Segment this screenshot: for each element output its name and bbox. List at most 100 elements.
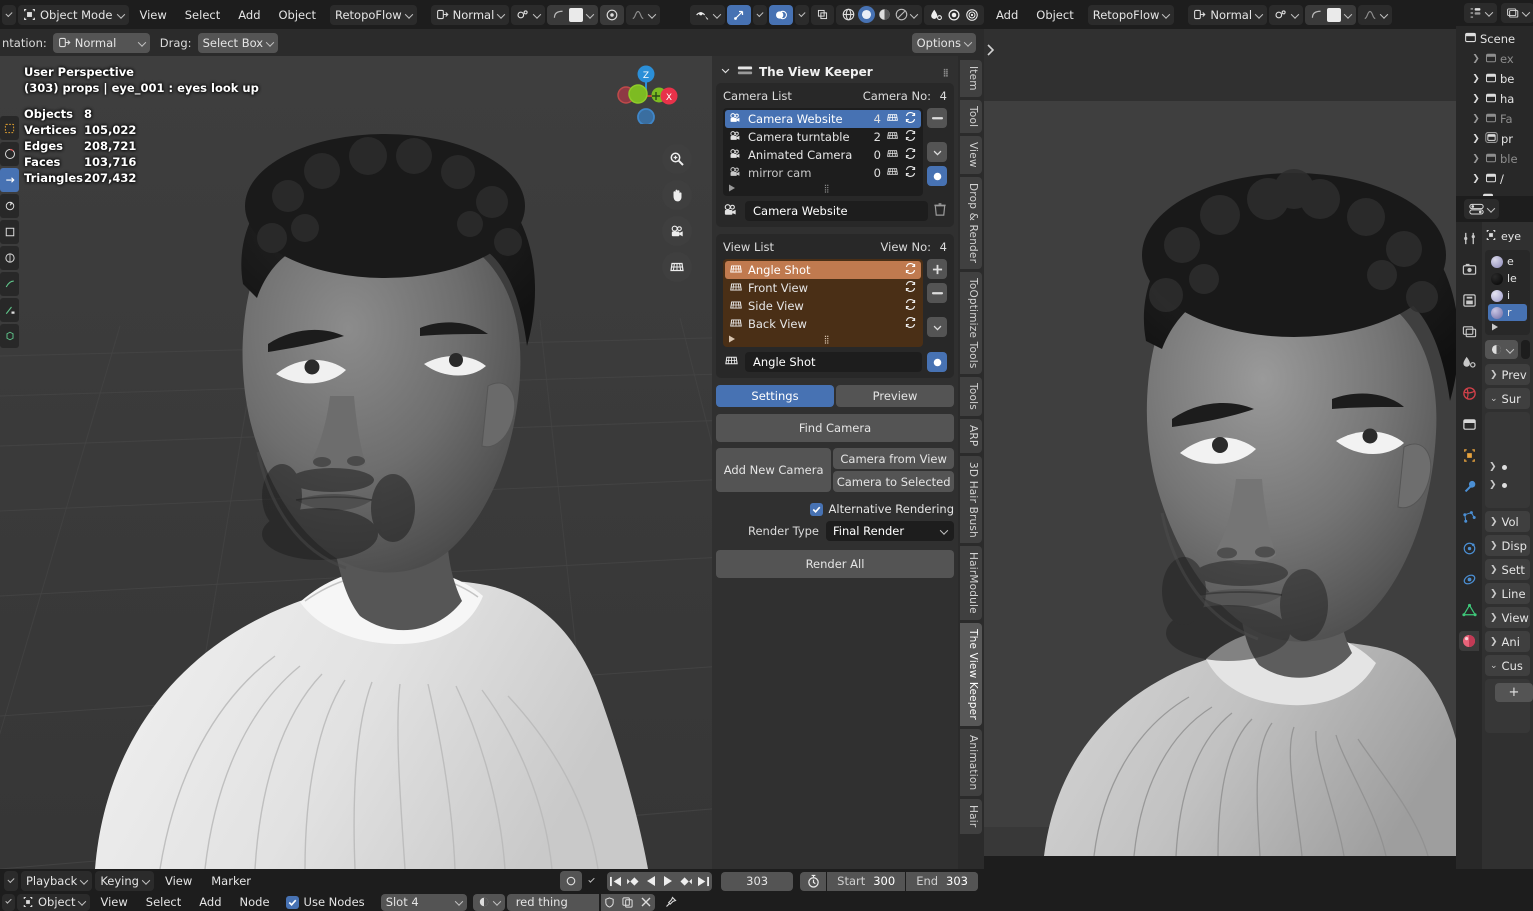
material-icon[interactable] — [1459, 631, 1479, 651]
close-icon[interactable] — [636, 893, 655, 911]
grid-icon[interactable] — [886, 147, 899, 163]
wireframe-shading-icon[interactable] — [841, 7, 856, 22]
tab-settings[interactable]: Settings — [716, 385, 834, 407]
alternative-rendering-checkbox[interactable] — [809, 502, 823, 516]
falloff-curve-selector-right[interactable] — [1358, 4, 1393, 25]
material-slot[interactable]: e — [1488, 253, 1527, 270]
sidebar-item-hairmodule[interactable]: HairModule — [960, 546, 982, 621]
auto-keying-toggle[interactable] — [560, 871, 582, 891]
sidebar-item-drop-and-render[interactable]: Drop & Render — [960, 176, 982, 269]
render-type-dropdown[interactable]: Final Render — [826, 521, 954, 541]
remove-view-button[interactable] — [927, 283, 947, 303]
tool-move[interactable] — [0, 168, 19, 192]
view-list-item[interactable]: Side View — [725, 297, 921, 315]
section-animation[interactable]: ❯ Ani — [1485, 631, 1530, 652]
view-active-toggle[interactable] — [927, 352, 947, 372]
tool-add-cube[interactable] — [0, 324, 19, 348]
viewlayer-icon[interactable] — [1459, 321, 1479, 341]
pin-icon[interactable] — [661, 894, 681, 911]
node-menu-view[interactable]: View — [92, 894, 135, 911]
falloff-curve-selector[interactable] — [626, 4, 661, 25]
add-custom-property-button[interactable]: + — [1495, 683, 1533, 702]
menu-add-right[interactable]: Add — [988, 5, 1026, 25]
proportional-editing-toggle-right[interactable] — [1305, 4, 1357, 25]
material-name-input[interactable] — [1521, 340, 1530, 359]
menu-add[interactable]: Add — [230, 5, 268, 25]
constraint-icon[interactable] — [1459, 569, 1479, 589]
sidebar-item-arp[interactable]: ARP — [960, 419, 982, 453]
section-volume[interactable]: ❯ Vol — [1485, 511, 1530, 532]
section-preview[interactable]: ❯ Prev — [1485, 364, 1530, 385]
render-region-tools[interactable] — [924, 4, 984, 25]
viewport-3d-right[interactable] — [984, 29, 1456, 856]
material-slot[interactable]: r — [1488, 304, 1527, 321]
outliner[interactable]: Scene ❯ ex ❯ be ❯ ha ❯ Fa ❯ pr ❯ ble ❯ / — [1456, 26, 1533, 196]
node-menu-select[interactable]: Select — [138, 894, 189, 911]
camera-active-toggle[interactable] — [927, 166, 947, 186]
panel-grip-icon[interactable]: ⣿ — [943, 66, 950, 78]
camera-list[interactable]: Camera Website 4 Camera turntable 2 Anim… — [723, 108, 923, 196]
disclosure-icon[interactable]: ❯ — [1470, 74, 1482, 84]
outliner-row[interactable]: ❯ ble — [1456, 149, 1533, 169]
world-icon[interactable] — [1459, 383, 1479, 403]
overlays-toggle[interactable] — [769, 4, 793, 25]
hand-icon[interactable] — [662, 180, 692, 210]
output-icon[interactable] — [1459, 290, 1479, 310]
refresh-icon[interactable] — [904, 147, 917, 163]
material-slot-list[interactable]: e le i r — [1485, 250, 1530, 335]
camera-list-item[interactable]: Camera Website 4 — [725, 110, 921, 128]
timeline-editor-type[interactable] — [4, 871, 18, 891]
tab-preview[interactable]: Preview — [836, 385, 954, 407]
jump-start-icon[interactable] — [607, 872, 625, 891]
camera-list-item[interactable]: Animated Camera 0 — [725, 146, 921, 164]
tool-annotate[interactable] — [0, 272, 19, 296]
find-camera-button[interactable]: Find Camera — [716, 414, 954, 442]
section-surface[interactable]: ⌄ Sur — [1485, 388, 1530, 409]
sidebar-item-item[interactable]: Item — [960, 60, 982, 97]
material-slot[interactable]: le — [1488, 270, 1527, 287]
start-frame-field[interactable]: Start 300 — [827, 871, 906, 891]
section-viewport-display[interactable]: ❯ View — [1485, 607, 1530, 628]
copy-icon[interactable] — [618, 893, 637, 911]
sidebar-item-view[interactable]: View — [960, 135, 982, 174]
snap-selector[interactable] — [511, 4, 546, 25]
refresh-icon[interactable] — [904, 280, 917, 296]
list-grip-icon[interactable]: ⣿ — [824, 333, 831, 345]
surface-sub-row[interactable]: ❯ — [1489, 476, 1526, 494]
object-mode-selector[interactable]: Object Mode — [18, 4, 130, 25]
record-alt-icon[interactable] — [965, 8, 979, 22]
sidebar-item-hair[interactable]: Hair — [960, 799, 982, 834]
material-browse-dropdown-node[interactable] — [472, 893, 505, 911]
prev-key-icon[interactable] — [625, 872, 643, 891]
delete-camera-icon[interactable] — [933, 202, 947, 220]
use-nodes-checkbox[interactable] — [285, 895, 299, 909]
node-menu-add[interactable]: Add — [191, 894, 229, 911]
falloff-swatch-right[interactable] — [1327, 7, 1342, 22]
sidebar-item-tools[interactable]: Tools — [960, 377, 982, 417]
proportional-editing-toggle[interactable] — [547, 4, 599, 25]
grid-icon[interactable] — [886, 129, 899, 145]
camera-list-menu-button[interactable] — [927, 142, 947, 162]
playback-menu[interactable]: Playback — [21, 871, 93, 891]
physics-icon[interactable] — [1459, 538, 1479, 558]
disclosure-icon[interactable]: ❯ — [1470, 114, 1482, 124]
properties-editor-type[interactable] — [1464, 199, 1499, 219]
droplet-icon[interactable] — [929, 8, 943, 22]
disclosure-icon[interactable]: ❯ — [1470, 174, 1482, 184]
refresh-icon[interactable] — [904, 165, 917, 181]
view-list-item[interactable]: Front View — [725, 279, 921, 297]
material-name-field[interactable]: red thing — [506, 893, 599, 911]
data-icon[interactable] — [1459, 600, 1479, 620]
drag-dropdown[interactable]: Select Box — [197, 32, 279, 53]
menu-retopoflow-right[interactable]: RetopoFlow — [1087, 4, 1175, 25]
grid-icon[interactable] — [662, 252, 692, 282]
view-list-menu-button[interactable] — [927, 317, 947, 337]
visibility-selector[interactable] — [690, 4, 725, 25]
collection-icon[interactable] — [1459, 414, 1479, 434]
render-icon[interactable] — [1459, 259, 1479, 279]
orientation-dropdown[interactable]: Normal — [52, 32, 150, 53]
sidebar-item-3d-hair-brush[interactable]: 3D Hair Brush — [960, 455, 982, 544]
camera-list-item[interactable]: mirror cam 0 — [725, 164, 921, 182]
shield-icon[interactable] — [600, 893, 619, 911]
modifier-icon[interactable] — [1459, 476, 1479, 496]
